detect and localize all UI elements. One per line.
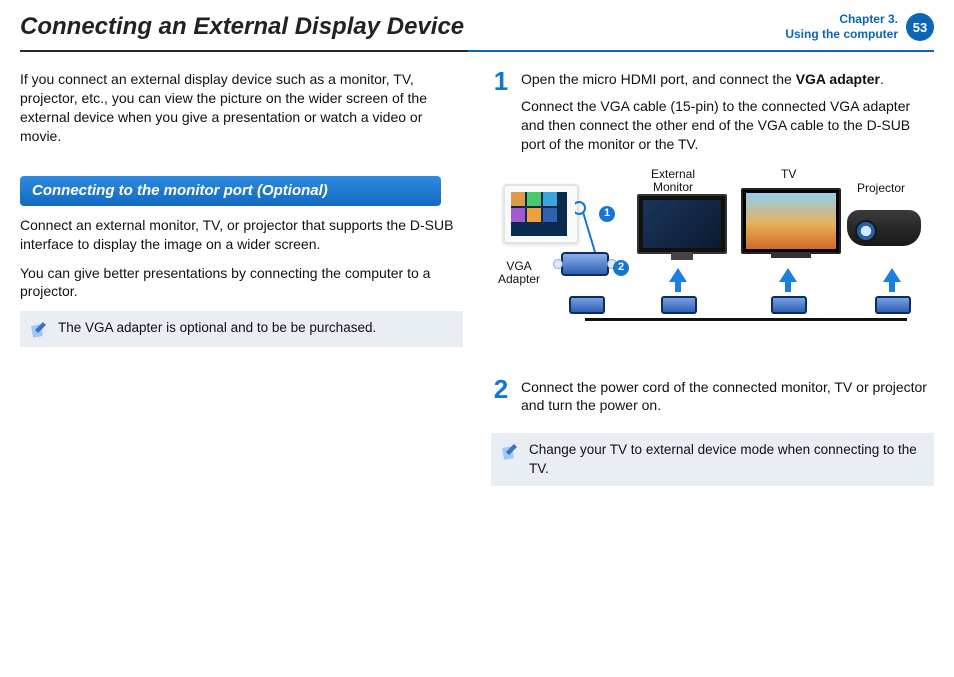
note-box-2: Change your TV to external device mode w… xyxy=(491,433,934,485)
note-icon xyxy=(501,441,521,461)
chapter-line1: Chapter 3. xyxy=(785,12,898,27)
step2-text: Connect the power cord of the connected … xyxy=(521,378,934,416)
note-box: The VGA adapter is optional and to be be… xyxy=(20,311,463,347)
intro-text: If you connect an external display devic… xyxy=(20,70,463,146)
vga-port-adapter xyxy=(569,296,605,314)
vga-port-monitor xyxy=(661,296,697,314)
step-1: 1 Open the micro HDMI port, and connect … xyxy=(491,70,934,162)
body-text-1: Connect an external monitor, TV, or proj… xyxy=(20,216,463,254)
arrow-up-icon xyxy=(883,268,901,282)
tablet-device xyxy=(503,184,579,244)
note-text: The VGA adapter is optional and to be be… xyxy=(58,319,376,337)
right-column: 1 Open the micro HDMI port, and connect … xyxy=(491,70,934,486)
step-body-1: Open the micro HDMI port, and connect th… xyxy=(521,70,934,162)
chapter-line2: Using the computer xyxy=(785,27,898,42)
label-vga-adapter: VGA Adapter xyxy=(491,260,547,286)
cable-line-adapter xyxy=(585,318,677,321)
step1-bold: VGA adapter xyxy=(796,71,880,87)
cable-line xyxy=(677,318,907,321)
step-number-1: 1 xyxy=(491,70,511,162)
section-heading: Connecting to the monitor port (Optional… xyxy=(20,176,441,206)
step1-line2: Connect the VGA cable (15-pin) to the co… xyxy=(521,97,934,154)
note-text-2: Change your TV to external device mode w… xyxy=(529,441,924,477)
external-monitor-device xyxy=(637,194,727,254)
vga-port-tv xyxy=(771,296,807,314)
page-number: 53 xyxy=(906,13,934,41)
callout-badge-1: 1 xyxy=(599,206,615,222)
projector-device xyxy=(847,210,921,246)
left-column: If you connect an external display devic… xyxy=(20,70,463,486)
label-external-monitor: External Monitor xyxy=(645,168,701,194)
tv-device xyxy=(741,188,841,254)
step-2: 2 Connect the power cord of the connecte… xyxy=(491,378,934,424)
label-tv: TV xyxy=(781,168,796,181)
step1-pre: Open the micro HDMI port, and connect th… xyxy=(521,71,796,87)
step-body-2: Connect the power cord of the connected … xyxy=(521,378,934,424)
connection-illustration: 1 2 VGA Adapter External Monitor TV Proj… xyxy=(491,168,934,368)
vga-port-projector xyxy=(875,296,911,314)
arrow-up-icon xyxy=(779,268,797,282)
chapter-info: Chapter 3. Using the computer xyxy=(785,12,898,42)
step1-post: . xyxy=(880,71,884,87)
body-text-2: You can give better presentations by con… xyxy=(20,264,463,302)
header-right: Chapter 3. Using the computer 53 xyxy=(785,12,934,42)
label-projector: Projector xyxy=(857,182,905,195)
step1-line1: Open the micro HDMI port, and connect th… xyxy=(521,70,934,89)
callout-line xyxy=(575,198,601,258)
header: Connecting an External Display Device Ch… xyxy=(0,0,954,46)
page-title: Connecting an External Display Device xyxy=(20,13,464,41)
note-icon xyxy=(30,319,50,339)
arrow-up-icon xyxy=(669,268,687,282)
callout-badge-2: 2 xyxy=(613,260,629,276)
step-number-2: 2 xyxy=(491,378,511,424)
